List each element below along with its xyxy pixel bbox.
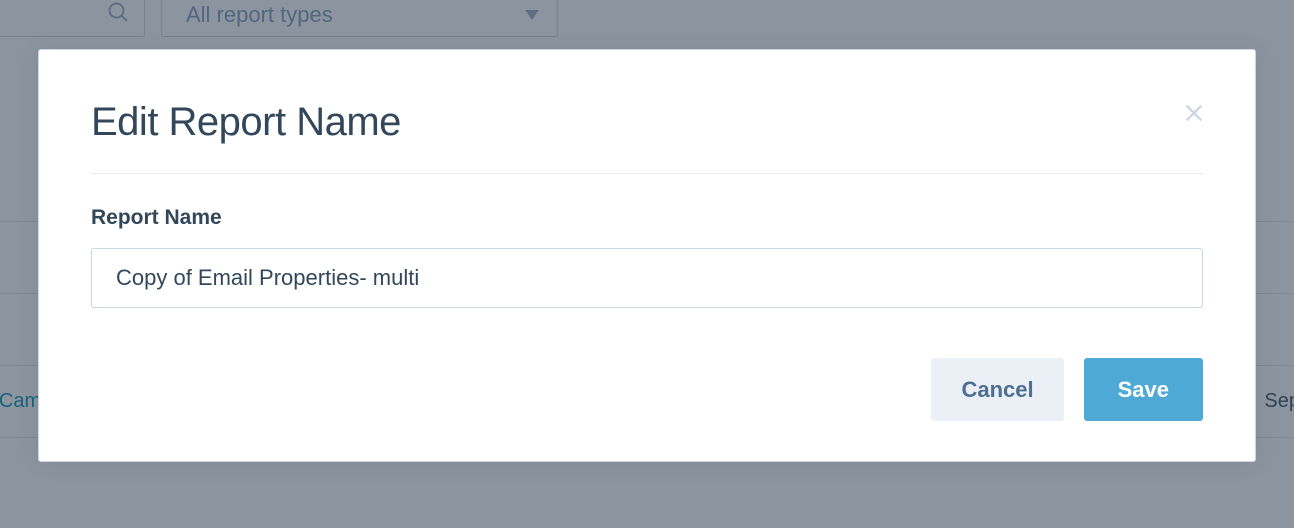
divider bbox=[91, 173, 1203, 174]
modal-title: Edit Report Name bbox=[91, 100, 401, 145]
close-icon[interactable] bbox=[1179, 96, 1209, 134]
report-name-input[interactable] bbox=[91, 248, 1203, 308]
cancel-button[interactable]: Cancel bbox=[931, 358, 1063, 421]
report-name-label: Report Name bbox=[91, 206, 1203, 230]
modal-header: Edit Report Name bbox=[91, 100, 1203, 145]
save-button[interactable]: Save bbox=[1084, 358, 1203, 421]
edit-report-name-modal: Edit Report Name Report Name Cancel Save bbox=[38, 49, 1256, 462]
modal-footer: Cancel Save bbox=[91, 358, 1203, 421]
